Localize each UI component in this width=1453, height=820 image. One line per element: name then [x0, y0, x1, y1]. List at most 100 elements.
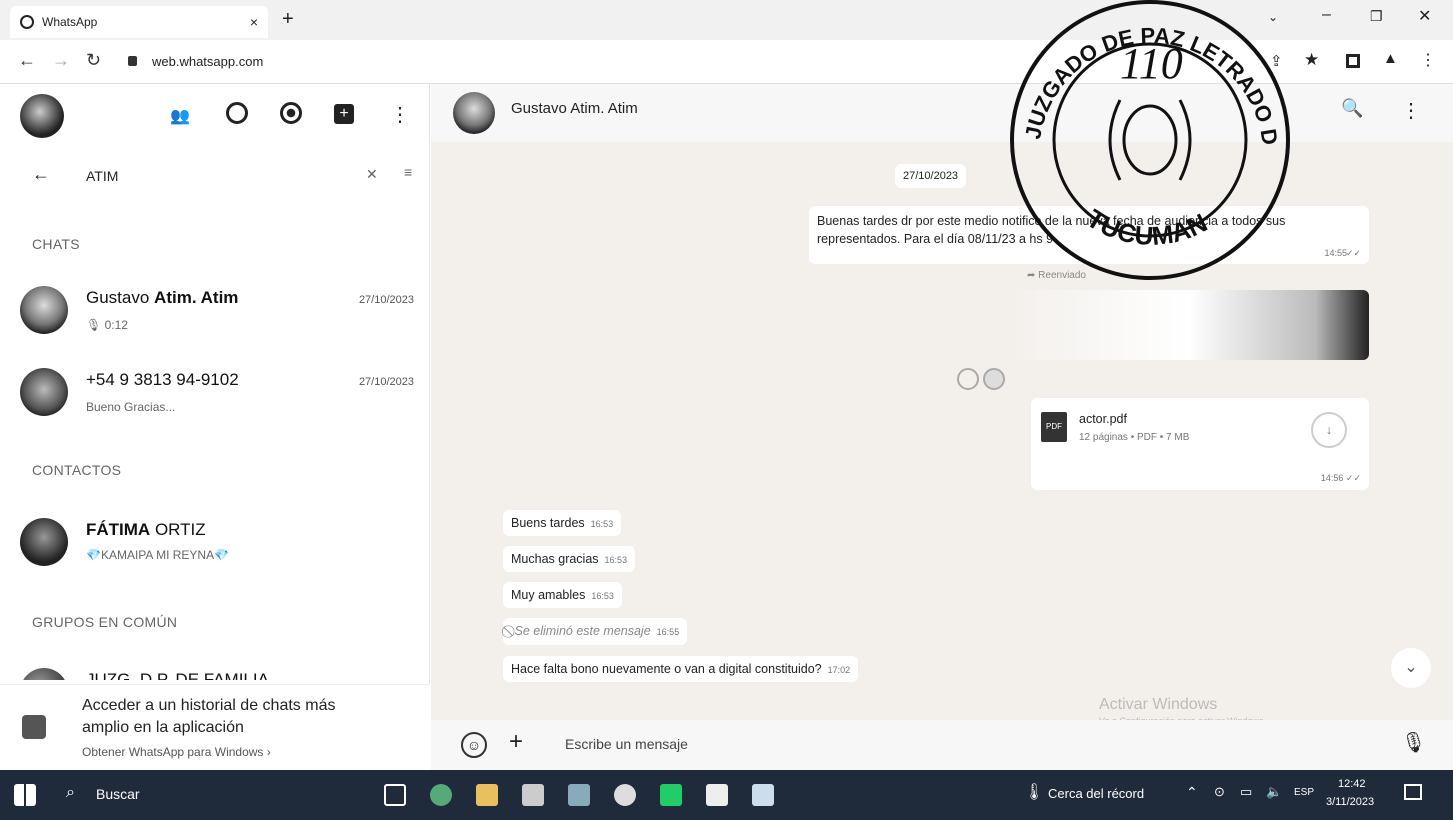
chat-date: 27/10/2023 [358, 376, 414, 388]
group-name: JUZG. D.P. DE FAMILIA [86, 670, 269, 680]
promo-banner: Acceder a un historial de chats más ampl… [0, 684, 430, 770]
clear-search-icon[interactable]: ✕ [366, 166, 378, 183]
clock-time[interactable]: 12:42 [1338, 778, 1366, 790]
new-tab-icon[interactable]: + [282, 8, 294, 31]
maximize-icon[interactable]: ❐ [1370, 8, 1383, 25]
notifications-icon[interactable] [1404, 784, 1422, 800]
edge-icon[interactable] [430, 784, 452, 806]
chat-preview: 🎙 0:12 [86, 318, 128, 332]
file-message[interactable]: PDF actor.pdf 12 páginas • PDF • 7 MB ↓ … [1031, 398, 1369, 490]
scroll-down-button[interactable]: ⌄ [1391, 648, 1431, 688]
file-name: actor.pdf [1079, 412, 1127, 426]
list-item[interactable]: FÁTIMA ORTIZ 💎KAMAIPA MI REYNA💎 [0, 508, 430, 580]
chats-section-title: CHATS [32, 236, 80, 252]
chat-date: 27/10/2023 [358, 294, 414, 306]
language-indicator[interactable]: ESP [1294, 787, 1314, 798]
channels-icon[interactable] [280, 102, 302, 124]
reload-icon[interactable]: ↻ [86, 50, 101, 71]
status-icon[interactable] [226, 102, 248, 124]
chrome-icon[interactable] [614, 784, 636, 806]
promo-line-2: amplio en la aplicación [82, 719, 244, 736]
store-icon[interactable] [522, 784, 544, 806]
message-input[interactable]: Escribe un mensaje [565, 736, 688, 752]
message-time: 14:56 ✓✓ [1320, 473, 1361, 483]
stamp-bottom-text: TUCUMAN [1082, 203, 1212, 251]
browser-menu-icon[interactable]: ⋮ [1420, 50, 1436, 70]
chat-menu-icon[interactable]: ⋮ [1401, 98, 1421, 123]
tray-chevron-icon[interactable]: ⌃ [1186, 784, 1198, 801]
lock-icon [128, 56, 137, 66]
court-stamp: 110 JUZGADO DE PAZ LETRADO DE FAMILIA TU… [1000, 0, 1300, 300]
word-doc-icon[interactable] [752, 784, 774, 806]
forward-icon[interactable]: → [52, 50, 70, 71]
avatar [20, 368, 68, 416]
left-panel: 👥 + ⋮ ← ATIM ✕ ≡ CHATS Gustavo Atim. Ati… [0, 84, 430, 770]
chat-name: Gustavo Atim. Atim [86, 288, 239, 307]
double-check-icon: ✓✓ [1345, 248, 1361, 258]
mail-icon[interactable] [568, 784, 590, 806]
emoji-icon[interactable]: ☺ [461, 732, 487, 758]
microphone-icon[interactable]: 🎙 [1401, 730, 1426, 755]
back-icon[interactable]: ← [18, 50, 36, 71]
document-app-icon[interactable] [706, 784, 728, 806]
list-item[interactable]: JUZG. D.P. DE FAMILIA [0, 660, 430, 680]
taskbar-search-icon[interactable]: ⌕ [66, 784, 75, 802]
desktop-app-icon [22, 715, 46, 739]
clock-date[interactable]: 3/11/2023 [1326, 796, 1374, 808]
taskbar: ⌕ Buscar 🌡 Cerca del récord ⌃ ⊙ ▭ 🔈 ESP … [0, 770, 1453, 820]
contacts-section-title: CONTACTOS [32, 462, 122, 478]
list-item[interactable]: +54 9 3813 94-9102 Bueno Gracias... 27/1… [0, 356, 430, 428]
windows-start-icon[interactable] [14, 784, 36, 806]
image-message[interactable] [1011, 290, 1369, 360]
pdf-icon: PDF [1041, 412, 1067, 442]
profile-avatar[interactable] [20, 94, 64, 138]
communities-icon[interactable]: 👥 [170, 106, 190, 126]
incoming-message: Muchas gracias 16:53 [503, 546, 636, 572]
chat-name: +54 9 3813 94-9102 [86, 370, 239, 389]
profile-icon[interactable]: ▲ [1383, 50, 1398, 67]
thermometer-icon: 🌡 [1024, 784, 1045, 801]
contact-name: FÁTIMA ORTIZ [86, 520, 206, 539]
avatar [20, 668, 68, 680]
task-view-icon[interactable] [384, 784, 406, 806]
menu-icon[interactable]: ⋮ [390, 102, 410, 127]
sae-app-icon[interactable] [660, 784, 682, 806]
volume-icon[interactable]: 🔈 [1266, 784, 1282, 800]
attach-icon[interactable]: + [509, 728, 523, 756]
file-meta: 12 páginas • PDF • 7 MB [1079, 432, 1190, 443]
bookmark-star-icon[interactable]: ★ [1304, 50, 1319, 70]
groups-section-title: GRUPOS EN COMÚN [32, 614, 178, 630]
avatar [20, 286, 68, 334]
emoji-icon[interactable] [957, 368, 979, 390]
contact-about: 💎KAMAIPA MI REYNA💎 [86, 548, 230, 562]
download-icon[interactable]: ↓ [1311, 412, 1347, 448]
minimize-icon[interactable]: – [1322, 6, 1331, 24]
network-icon[interactable]: ⊙ [1214, 784, 1225, 800]
forward-icon[interactable] [983, 368, 1006, 390]
search-input[interactable]: ATIM [86, 168, 118, 184]
browser-tab[interactable]: WhatsApp × [10, 6, 268, 38]
taskbar-search-label[interactable]: Buscar [96, 786, 140, 802]
watermark-line-1: Activar Windows [1099, 696, 1218, 713]
new-chat-icon[interactable]: + [334, 104, 354, 124]
chat-preview: Bueno Gracias... [86, 400, 176, 414]
reaction-icons[interactable] [957, 368, 1006, 395]
filter-icon[interactable]: ≡ [404, 164, 412, 180]
sidepanel-icon[interactable] [1346, 54, 1360, 68]
mic-icon: 🎙 [86, 318, 102, 332]
tab-close-icon[interactable]: × [250, 14, 258, 30]
battery-icon[interactable]: ▭ [1240, 784, 1252, 800]
list-item[interactable]: Gustavo Atim. Atim 🎙 0:12 27/10/2023 [0, 274, 430, 346]
url-text[interactable]: web.whatsapp.com [152, 54, 263, 69]
chat-search-icon[interactable]: 🔍 [1341, 98, 1363, 119]
search-back-icon[interactable]: ← [32, 164, 50, 185]
avatar[interactable] [453, 92, 495, 134]
incoming-message: Hace falta bono nuevamente o van a digit… [503, 656, 859, 682]
incoming-message: Buens tardes 16:53 [503, 510, 622, 536]
message-time: 14:55 [1324, 248, 1347, 258]
chat-contact-name[interactable]: Gustavo Atim. Atim [511, 100, 638, 117]
file-explorer-icon[interactable] [476, 784, 498, 806]
weather-text[interactable]: Cerca del récord [1048, 786, 1144, 801]
close-window-icon[interactable]: ✕ [1418, 6, 1431, 26]
get-app-link[interactable]: Obtener WhatsApp para Windows › [82, 745, 271, 759]
